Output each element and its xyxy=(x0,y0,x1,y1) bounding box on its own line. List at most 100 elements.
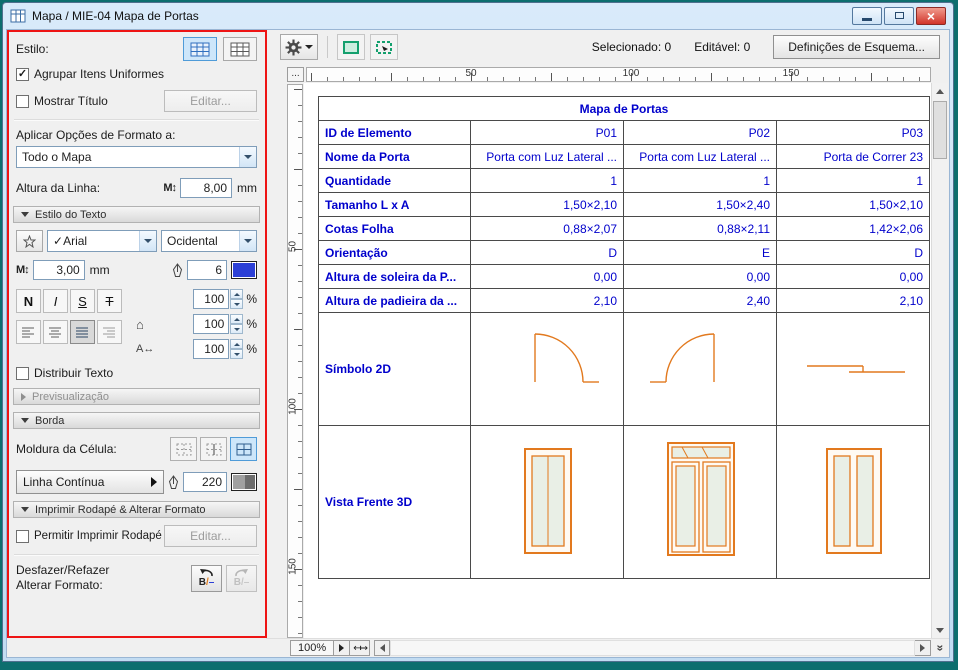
border-all-button[interactable] xyxy=(230,437,257,461)
close-button[interactable] xyxy=(916,7,946,25)
scroll-left-arrow[interactable] xyxy=(374,640,390,656)
cell-vista-p01[interactable] xyxy=(471,426,624,579)
section-rodape[interactable]: Imprimir Rodapé & Alterar Formato xyxy=(13,501,260,518)
vertical-scroll-thumb[interactable] xyxy=(933,101,947,159)
cell[interactable]: E xyxy=(624,241,777,265)
underline-button[interactable]: S xyxy=(70,289,95,313)
border-none-button[interactable] xyxy=(170,437,197,461)
vertical-scrollbar[interactable] xyxy=(931,83,948,638)
scroll-up-arrow[interactable] xyxy=(932,83,948,99)
zoom-level[interactable]: 100% xyxy=(290,640,334,656)
letter-spacing-stepper[interactable] xyxy=(230,339,243,359)
cell-symbol-p02[interactable] xyxy=(624,313,777,426)
marquee-select-button[interactable] xyxy=(337,34,365,60)
text-pen-color-swatch[interactable] xyxy=(231,261,257,279)
maximize-button[interactable] xyxy=(884,7,914,25)
row-label[interactable]: Nome da Porta xyxy=(319,145,471,169)
style-grid-button[interactable] xyxy=(183,37,217,61)
zoom-menu-button[interactable] xyxy=(334,640,350,656)
align-right-button[interactable] xyxy=(97,320,122,344)
script-select[interactable]: Ocidental xyxy=(161,230,257,252)
row-label[interactable]: Altura de padieira da ... xyxy=(319,289,471,313)
pen-number-input[interactable]: 6 xyxy=(187,260,227,280)
border-pen-input[interactable]: 220 xyxy=(183,472,227,492)
cell[interactable]: 0,00 xyxy=(471,265,624,289)
cell[interactable]: 0,00 xyxy=(777,265,930,289)
section-previsualizacao[interactable]: Previsualização xyxy=(13,388,260,405)
border-vertical-button[interactable] xyxy=(200,437,227,461)
bold-button[interactable]: N xyxy=(16,289,41,313)
cell[interactable]: 1 xyxy=(777,169,930,193)
cell[interactable]: P01 xyxy=(471,121,624,145)
cell-vista-p03[interactable] xyxy=(777,426,930,579)
cell[interactable]: 2,10 xyxy=(471,289,624,313)
distribuir-checkbox[interactable] xyxy=(16,367,29,380)
cell[interactable]: Porta de Correr 23 xyxy=(777,145,930,169)
line-spacing-input[interactable]: 100 xyxy=(193,289,229,309)
cell[interactable]: 0,00 xyxy=(624,265,777,289)
horizontal-ruler[interactable]: 50 100 150 xyxy=(306,67,931,82)
editar-rodape-button[interactable]: Editar... xyxy=(164,525,257,547)
letter-spacing-input[interactable]: 100 xyxy=(193,339,229,359)
strikethrough-button[interactable]: T xyxy=(97,289,122,313)
fit-width-button[interactable] xyxy=(350,640,370,656)
cell[interactable]: D xyxy=(471,241,624,265)
pane-expand-button[interactable] xyxy=(931,639,949,657)
editar-titulo-button[interactable]: Editar... xyxy=(164,90,257,112)
horizontal-scrollbar[interactable] xyxy=(390,640,915,656)
text-size-input[interactable]: 3,00 xyxy=(33,260,85,280)
cell[interactable]: 2,40 xyxy=(624,289,777,313)
row-label[interactable]: Vista Frente 3D xyxy=(319,426,471,579)
align-left-button[interactable] xyxy=(16,320,41,344)
settings-gear-button[interactable] xyxy=(280,34,318,60)
favorites-button[interactable] xyxy=(16,230,43,252)
scroll-down-arrow[interactable] xyxy=(932,622,948,638)
italic-button[interactable]: I xyxy=(43,289,68,313)
cell[interactable]: 1 xyxy=(471,169,624,193)
cell-symbol-p01[interactable] xyxy=(471,313,624,426)
cell[interactable]: 1,50×2,10 xyxy=(777,193,930,217)
schedule-canvas[interactable]: Mapa de Portas ID de Elemento P01 P02 P0… xyxy=(304,83,931,638)
cell[interactable]: 1,42×2,06 xyxy=(777,217,930,241)
cell[interactable]: 0,88×2,11 xyxy=(624,217,777,241)
align-justify-button[interactable] xyxy=(70,320,95,344)
line-spacing-stepper[interactable] xyxy=(230,289,243,309)
cell[interactable]: P02 xyxy=(624,121,777,145)
cell[interactable]: 2,10 xyxy=(777,289,930,313)
altura-linha-input[interactable]: 8,00 xyxy=(180,178,232,198)
cell[interactable]: 0,88×2,07 xyxy=(471,217,624,241)
scroll-right-arrow[interactable] xyxy=(915,640,931,656)
row-label[interactable]: Tamanho L x A xyxy=(319,193,471,217)
undo-format-button[interactable]: B/– xyxy=(191,565,222,592)
cell[interactable]: D xyxy=(777,241,930,265)
permitir-rodape-checkbox[interactable] xyxy=(16,530,29,543)
ruler-options-button[interactable]: ... xyxy=(287,67,304,82)
agrupar-checkbox[interactable] xyxy=(16,68,29,81)
cell[interactable]: 1 xyxy=(624,169,777,193)
font-select[interactable]: ✓Arial xyxy=(47,230,157,252)
marquee-edit-button[interactable] xyxy=(370,34,398,60)
cell-vista-p02[interactable] xyxy=(624,426,777,579)
cell[interactable]: 1,50×2,10 xyxy=(471,193,624,217)
mostrar-titulo-checkbox[interactable] xyxy=(16,95,29,108)
table-title[interactable]: Mapa de Portas xyxy=(319,97,930,121)
row-label[interactable]: Quantidade xyxy=(319,169,471,193)
redo-format-button[interactable]: B/– xyxy=(226,565,257,592)
cell[interactable]: Porta com Luz Lateral ... xyxy=(624,145,777,169)
row-label[interactable]: ID de Elemento xyxy=(319,121,471,145)
row-label[interactable]: Orientação xyxy=(319,241,471,265)
vertical-ruler[interactable]: 50 100 150 xyxy=(287,84,303,638)
width-factor-input[interactable]: 100 xyxy=(193,314,229,334)
style-list-button[interactable] xyxy=(223,37,257,61)
align-center-button[interactable] xyxy=(43,320,68,344)
titlebar[interactable]: Mapa / MIE-04 Mapa de Portas xyxy=(3,3,953,28)
border-pen-color-swatch[interactable] xyxy=(231,473,257,491)
section-estilo-texto[interactable]: Estilo do Texto xyxy=(13,206,260,223)
cell[interactable]: Porta com Luz Lateral ... xyxy=(471,145,624,169)
cell[interactable]: P03 xyxy=(777,121,930,145)
cell-symbol-p03[interactable] xyxy=(777,313,930,426)
aplicar-select[interactable]: Todo o Mapa xyxy=(16,146,257,168)
row-label[interactable]: Símbolo 2D xyxy=(319,313,471,426)
line-type-popup[interactable]: Linha Contínua xyxy=(16,470,164,494)
width-factor-stepper[interactable] xyxy=(230,314,243,334)
